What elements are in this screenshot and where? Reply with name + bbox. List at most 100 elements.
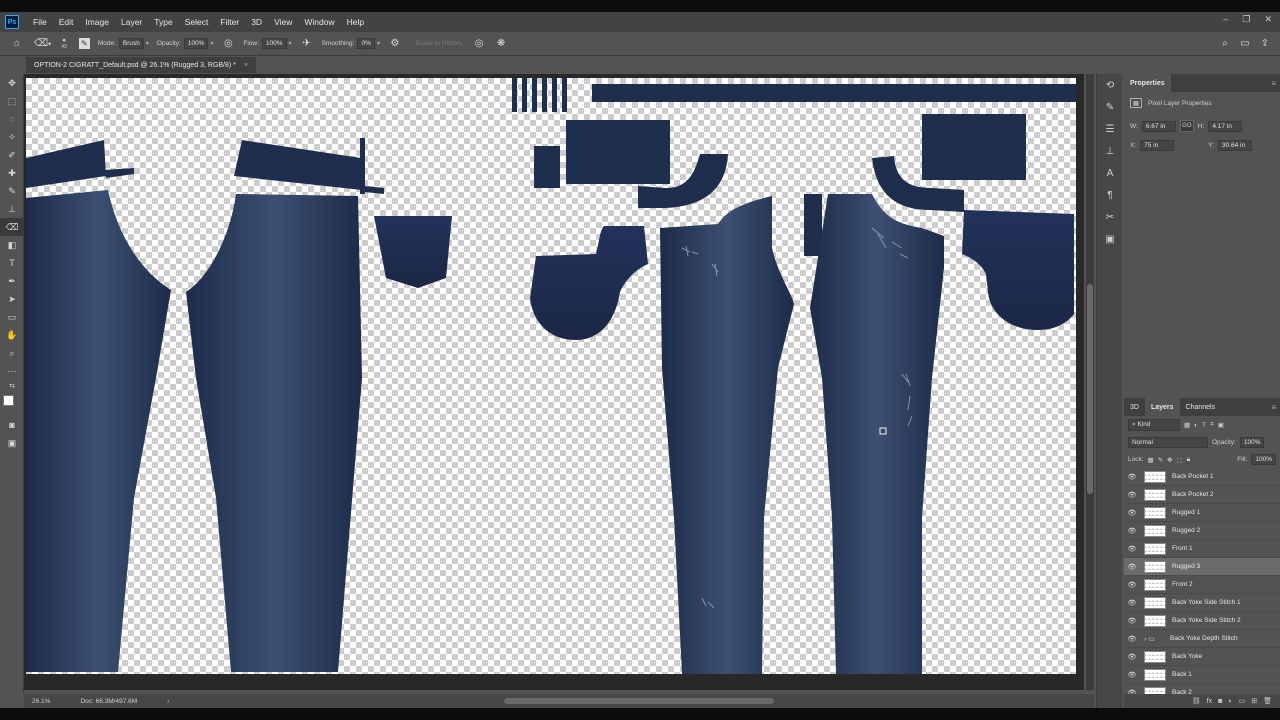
gear-icon[interactable]: ⚙ [388, 37, 402, 51]
marquee-tool-icon[interactable]: ⬚ [0, 92, 24, 110]
panel-menu-icon[interactable]: ≡ [1271, 403, 1276, 412]
menu-select[interactable]: Select [179, 17, 215, 27]
belt-loop[interactable] [542, 78, 547, 112]
hand-tool-icon[interactable]: ✋ [0, 326, 24, 344]
share-icon[interactable]: ⇪ [1258, 37, 1272, 51]
layer-kind-filter[interactable]: ⌕ Kind [1128, 419, 1180, 431]
photoshop-logo-icon[interactable]: Ps [5, 15, 19, 29]
visibility-eye-icon[interactable]: 👁︎ [1124, 563, 1140, 571]
layer-row[interactable]: 👁︎ Back 1 [1124, 666, 1280, 684]
lock-artboard-icon[interactable]: ⬚ [1177, 456, 1183, 464]
new-group-icon[interactable]: ▭ [1239, 697, 1246, 705]
panel-menu-icon[interactable]: ≡ [1271, 79, 1276, 88]
belt-loop[interactable] [532, 78, 537, 112]
lock-transparent-icon[interactable]: ▦ [1148, 456, 1154, 464]
menu-edit[interactable]: Edit [53, 17, 80, 27]
zoom-level[interactable]: 26.1% [32, 698, 50, 705]
menu-window[interactable]: Window [298, 17, 340, 27]
belt-loop[interactable] [522, 78, 527, 112]
horizontal-scrollbar-thumb[interactable] [504, 698, 774, 704]
adjustment-layer-icon[interactable]: ◐ [1228, 698, 1232, 705]
menu-help[interactable]: Help [341, 17, 370, 27]
screen-mode-icon[interactable]: ▣ [0, 434, 24, 452]
vertical-scrollbar-thumb[interactable] [1087, 284, 1093, 494]
lasso-tool-icon[interactable]: ◌ [0, 110, 24, 128]
tab-layers[interactable]: Layers [1144, 398, 1180, 416]
width-input[interactable]: 6.67 in [1141, 120, 1176, 132]
visibility-eye-icon[interactable]: 👁︎ [1124, 671, 1140, 679]
back-leg-piece-2[interactable] [186, 194, 362, 672]
tool-preset-caret[interactable]: ▾ [48, 40, 51, 48]
quick-mask-icon[interactable]: ◙ [0, 416, 24, 434]
layer-row[interactable]: 👁︎ Back Pocket 2 [1124, 486, 1280, 504]
visibility-eye-icon[interactable]: 👁︎ [1124, 491, 1140, 499]
back-pocket-piece[interactable] [374, 216, 452, 288]
flow-input[interactable]: 100% [261, 38, 287, 49]
layer-row[interactable]: 👁︎ › ▭ Back Yoke Depth Stitch [1124, 630, 1280, 648]
visibility-eye-icon[interactable]: 👁︎ [1124, 581, 1140, 589]
visibility-eye-icon[interactable]: 👁︎ [1124, 473, 1140, 481]
visibility-eye-icon[interactable]: 👁︎ [1124, 599, 1140, 607]
yoke-piece[interactable] [922, 114, 1026, 180]
visibility-eye-icon[interactable]: 👁︎ [1124, 527, 1140, 535]
document-canvas[interactable] [26, 78, 1076, 674]
menu-view[interactable]: View [268, 17, 298, 27]
adjustment-filter-icon[interactable]: ◐ [1194, 422, 1198, 429]
rectangle-tool-icon[interactable]: ▭ [0, 308, 24, 326]
libraries-panel-icon[interactable]: ▣ [1097, 228, 1123, 250]
waistband-piece[interactable] [234, 140, 362, 190]
visibility-eye-icon[interactable]: 👁︎ [1124, 617, 1140, 625]
yoke-piece[interactable] [566, 120, 670, 184]
tool-presets-panel-icon[interactable]: ✂ [1097, 206, 1123, 228]
type-filter-icon[interactable]: T [1202, 422, 1206, 429]
color-swatches[interactable] [0, 392, 24, 416]
smoothing-input[interactable]: 0% [357, 38, 375, 49]
layer-row[interactable]: 👁︎ Back Yoke Side Stitch 2 [1124, 612, 1280, 630]
menu-layer[interactable]: Layer [115, 17, 148, 27]
more-tools-icon[interactable]: ⋯ [0, 362, 24, 380]
foreground-color-swatch[interactable] [3, 395, 14, 406]
swap-colors-icon[interactable]: ⇆ [0, 380, 24, 392]
visibility-eye-icon[interactable]: 👁︎ [1124, 653, 1140, 661]
layer-row[interactable]: 👁︎ Rugged 3 [1124, 558, 1280, 576]
menu-image[interactable]: Image [79, 17, 115, 27]
healing-brush-tool-icon[interactable]: ✚ [0, 164, 24, 182]
brush-settings-icon[interactable]: ✎ [78, 38, 90, 49]
smart-object-filter-icon[interactable]: ▣ [1218, 421, 1224, 429]
layer-row[interactable]: 👁︎ Back Yoke [1124, 648, 1280, 666]
brush-tool-icon[interactable]: ✎ [0, 182, 24, 200]
paragraph-panel-icon[interactable]: ¶ [1097, 184, 1123, 206]
add-mask-icon[interactable]: ◙ [1218, 698, 1222, 705]
coin-pocket-piece[interactable] [534, 146, 560, 188]
pressure-opacity-icon[interactable]: ◎ [221, 37, 235, 51]
new-layer-icon[interactable]: ⊞ [1251, 697, 1257, 705]
mode-dropdown[interactable]: Brush [118, 38, 144, 49]
layer-opacity-input[interactable]: 100% [1239, 437, 1265, 448]
restore-button[interactable]: ❐ [1242, 14, 1250, 25]
lock-image-icon[interactable]: ✎ [1158, 456, 1163, 464]
minimize-button[interactable]: – [1223, 14, 1228, 25]
layer-row[interactable]: 👁︎ Back Pocket 1 [1124, 468, 1280, 486]
shape-filter-icon[interactable]: ⌗ [1210, 421, 1214, 429]
menu-filter[interactable]: Filter [214, 17, 245, 27]
waistband-piece[interactable] [104, 168, 134, 178]
fill-input[interactable]: 100% [1251, 454, 1276, 465]
waistband-tab[interactable] [364, 186, 384, 194]
layer-row[interactable]: 👁︎ Rugged 2 [1124, 522, 1280, 540]
tab-3d[interactable]: 3D [1124, 398, 1145, 416]
height-input[interactable]: 4.17 in [1208, 120, 1243, 132]
vertical-scrollbar[interactable] [1086, 74, 1094, 690]
pixel-filter-icon[interactable]: ▦ [1184, 421, 1190, 429]
layer-row[interactable]: 👁︎ Front 1 [1124, 540, 1280, 558]
menu-3d[interactable]: 3D [245, 17, 268, 27]
eraser-tool-icon[interactable]: ⌫ [0, 218, 24, 236]
pen-tool-icon[interactable]: ✒ [0, 272, 24, 290]
close-window-button[interactable]: ✕ [1264, 14, 1272, 25]
erase-to-history-checkbox[interactable]: Erase to History [416, 40, 462, 47]
layer-row[interactable]: 👁︎ Rugged 1 [1124, 504, 1280, 522]
adjustments-panel-icon[interactable]: ☰ [1097, 118, 1123, 140]
blend-mode-dropdown[interactable]: Normal [1128, 437, 1208, 448]
menu-type[interactable]: Type [148, 17, 178, 27]
layer-row[interactable]: 👁︎ Front 2 [1124, 576, 1280, 594]
eyedropper-tool-icon[interactable]: ✐ [0, 146, 24, 164]
